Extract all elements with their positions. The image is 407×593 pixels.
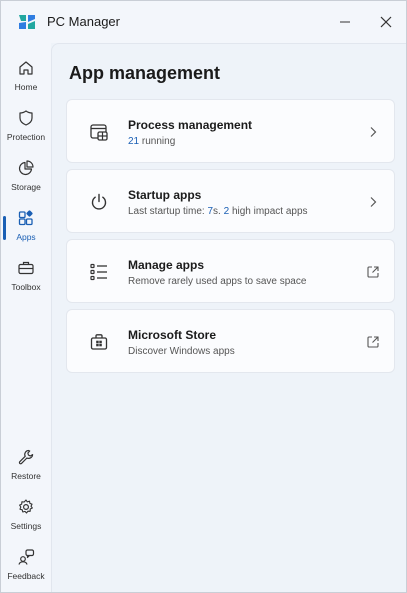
sidebar-item-label: Home — [14, 82, 38, 92]
card-subtitle: Remove rarely used apps to save space — [128, 276, 306, 287]
feedback-icon — [18, 549, 35, 565]
sidebar-item-label: Apps — [16, 232, 36, 242]
list-icon — [90, 263, 107, 281]
sidebar-item-apps[interactable]: Apps — [1, 207, 51, 253]
subtitle-text: high impact apps — [229, 206, 308, 217]
apps-icon — [18, 210, 33, 226]
running-count: 21 — [128, 136, 140, 147]
subtitle-text: s. — [213, 206, 224, 217]
chevron-right-icon — [370, 127, 377, 137]
subtitle-text: Remove rarely used apps to save space — [128, 276, 307, 287]
sidebar-item-restore[interactable]: Restore — [1, 446, 51, 492]
shield-icon — [19, 110, 33, 126]
pc-manager-logo-icon — [19, 15, 35, 29]
close-icon — [380, 16, 392, 28]
wrench-icon — [18, 449, 34, 465]
sidebar-item-settings[interactable]: Settings — [1, 496, 51, 542]
sidebar-item-label: Settings — [10, 521, 42, 531]
sidebar-item-toolbox[interactable]: Toolbox — [1, 257, 51, 303]
pie-chart-icon — [18, 160, 34, 176]
sidebar-item-feedback[interactable]: Feedback — [1, 546, 51, 592]
card-title: Process management — [128, 118, 253, 132]
sidebar-item-home[interactable]: Home — [1, 57, 51, 103]
sidebar-nav: Home Protection Storage Apps Toolbox Res… — [1, 43, 51, 592]
card-subtitle: Last startup time: 7s. 2 high impact app… — [128, 206, 308, 217]
card-title: Startup apps — [128, 188, 202, 202]
card-title: Manage apps — [128, 258, 205, 272]
startup-apps-card[interactable]: Startup apps Last startup time: 7s. 2 hi… — [66, 169, 395, 233]
sidebar-item-label: Toolbox — [11, 282, 41, 292]
sidebar-item-label: Feedback — [7, 571, 45, 581]
microsoft-store-card[interactable]: Microsoft Store Discover Windows apps — [66, 309, 395, 373]
sidebar-item-storage[interactable]: Storage — [1, 157, 51, 203]
process-management-card[interactable]: Process management 21 running — [66, 99, 395, 163]
pc-manager-window: PC Manager Home Protection Storage Apps … — [0, 0, 407, 593]
minimize-icon — [340, 21, 350, 23]
page-title: App management — [69, 63, 221, 83]
window-title: PC Manager — [47, 14, 120, 29]
manage-apps-card[interactable]: Manage apps Remove rarely used apps to s… — [66, 239, 395, 303]
sidebar-item-label: Protection — [6, 132, 46, 142]
external-link-icon — [367, 266, 379, 278]
card-subtitle: 21 running — [128, 136, 175, 147]
subtitle-text: running — [139, 136, 176, 147]
subtitle-text: Discover Windows apps — [128, 346, 235, 357]
sidebar-item-label: Storage — [11, 182, 41, 192]
store-bag-icon — [90, 334, 108, 350]
power-icon — [91, 193, 107, 210]
home-icon — [19, 61, 33, 75]
card-title: Microsoft Store — [128, 328, 217, 342]
toolbox-icon — [18, 261, 34, 275]
sidebar-item-protection[interactable]: Protection — [1, 107, 51, 153]
card-subtitle: Discover Windows apps — [128, 346, 235, 357]
subtitle-text: Last startup time: — [128, 206, 208, 217]
minimize-button[interactable] — [328, 7, 362, 37]
external-link-icon — [367, 336, 379, 348]
main-content: App management Process management 21 run… — [51, 43, 406, 592]
close-button[interactable] — [369, 7, 403, 37]
chevron-right-icon — [370, 197, 377, 207]
process-window-icon — [90, 124, 108, 141]
sidebar-item-label: Restore — [11, 471, 41, 481]
gear-icon — [19, 499, 33, 514]
title-bar: PC Manager — [1, 1, 406, 43]
